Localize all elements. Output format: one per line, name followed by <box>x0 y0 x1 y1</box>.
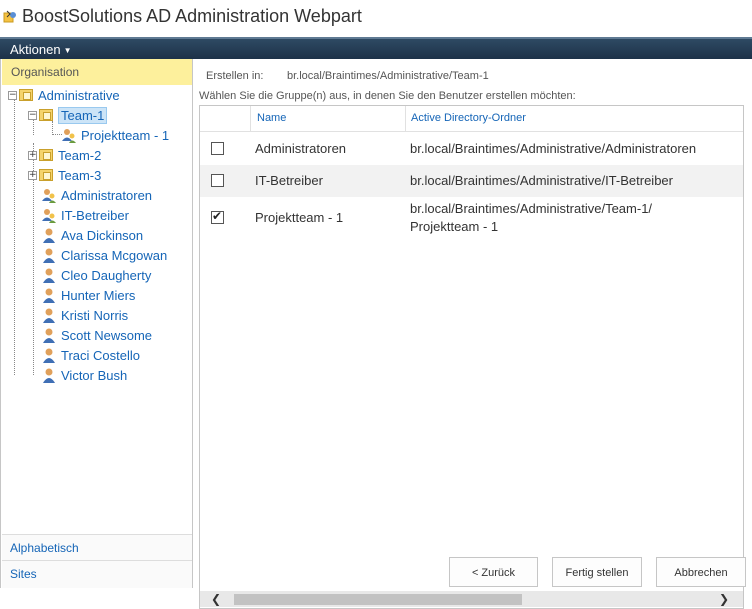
tree-item-label[interactable]: Clarissa Mcgowan <box>61 248 167 263</box>
user-icon <box>43 348 55 363</box>
group-name: IT-Betreiber <box>255 173 323 188</box>
tree-item-team-3[interactable]: + Team-3 <box>28 165 101 185</box>
tree-item-user[interactable]: Kristi Norris <box>41 305 128 325</box>
folder-path-line: br.local/Braintimes/Administrative/IT-Be… <box>410 173 673 188</box>
group-name: Administratoren <box>255 141 347 156</box>
instruction-text: Wählen Sie die Gruppe(n) aus, in denen S… <box>199 90 576 102</box>
app-logo-icon <box>3 10 16 23</box>
user-icon <box>43 248 55 263</box>
row-checkbox[interactable] <box>211 142 224 155</box>
tree-item-label[interactable]: Scott Newsome <box>61 328 152 343</box>
user-icon <box>43 288 55 303</box>
column-divider <box>250 106 251 132</box>
tree-item-projektteam-1[interactable]: Projektteam - 1 <box>61 125 169 145</box>
group-folder: br.local/Braintimes/Administrative/Team-… <box>410 200 730 236</box>
folder-icon <box>39 169 53 181</box>
scroll-left-icon[interactable]: ❮ <box>208 591 224 607</box>
tree-item-administratoren[interactable]: Administratoren <box>41 185 152 205</box>
tree-item-label[interactable]: Ava Dickinson <box>61 228 143 243</box>
tree-item-label[interactable]: Team-3 <box>58 168 101 183</box>
group-name: Projektteam - 1 <box>255 210 344 225</box>
group-folder: br.local/Braintimes/Administrative/IT-Be… <box>410 172 730 190</box>
create-in-label: Erstellen in: <box>206 70 264 82</box>
right-pane: Erstellen in: br.local/Braintimes/Admini… <box>193 59 752 609</box>
group-icon <box>62 129 76 143</box>
expand-icon[interactable]: + <box>28 170 37 180</box>
tree-item-label[interactable]: Administratoren <box>61 188 152 203</box>
create-in-path: br.local/Braintimes/Administrative/Team-… <box>287 70 489 82</box>
tree-item-label[interactable]: Administrative <box>38 88 120 103</box>
user-icon <box>43 228 55 243</box>
tree-item-user[interactable]: Ava Dickinson <box>41 225 143 245</box>
scroll-right-icon[interactable]: ❯ <box>716 591 732 607</box>
tree-item-label[interactable]: Projektteam - 1 <box>81 128 169 143</box>
tree-item-label[interactable]: Victor Bush <box>61 368 127 383</box>
cancel-button[interactable]: Abbrechen <box>656 557 746 587</box>
column-divider <box>405 106 406 132</box>
actions-menu-label: Aktionen <box>10 42 61 57</box>
tree-item-user[interactable]: Hunter Miers <box>41 285 135 305</box>
column-header-name[interactable]: Name <box>257 112 286 124</box>
group-icon <box>42 209 56 223</box>
folder-path-line: br.local/Braintimes/Administrative/Team-… <box>410 201 653 216</box>
folder-icon <box>39 149 53 161</box>
organisation-header[interactable]: Organisation <box>2 59 192 85</box>
tree-item-label[interactable]: Team-1 <box>58 106 108 124</box>
collapse-icon[interactable]: − <box>8 90 17 100</box>
tree-item-label[interactable]: Hunter Miers <box>61 288 135 303</box>
window-titlebar: BoostSolutions AD Administration Webpart <box>0 0 752 36</box>
column-header-folder[interactable]: Active Directory-Ordner <box>411 112 526 124</box>
tree-item-team-2[interactable]: + Team-2 <box>28 145 101 165</box>
tree-item-label[interactable]: Traci Costello <box>61 348 140 363</box>
finish-button[interactable]: Fertig stellen <box>552 557 642 587</box>
table-row[interactable]: Projektteam - 1 br.local/Braintimes/Admi… <box>200 197 743 239</box>
user-icon <box>43 308 55 323</box>
user-icon <box>43 268 55 283</box>
table-row[interactable]: Administratoren br.local/Braintimes/Admi… <box>200 133 743 165</box>
tree-item-user[interactable]: Traci Costello <box>41 345 140 365</box>
horizontal-scrollbar[interactable]: ❮ ❯ <box>200 591 743 607</box>
tree-item-label[interactable]: IT-Betreiber <box>61 208 129 223</box>
tree-item-team-1[interactable]: − Team-1 <box>28 105 108 125</box>
folder-path-line: Projektteam - 1 <box>410 219 499 234</box>
table-row[interactable]: IT-Betreiber br.local/Braintimes/Adminis… <box>200 165 743 197</box>
left-pane: Organisation − Administrative − Team-1 P… <box>0 59 193 588</box>
tree-item-user[interactable]: Victor Bush <box>41 365 127 385</box>
folder-icon <box>19 89 33 101</box>
tree-connector <box>14 99 15 375</box>
tree-item-administrative[interactable]: − Administrative <box>8 85 120 105</box>
tree-item-user[interactable]: Cleo Daugherty <box>41 265 151 285</box>
row-checkbox[interactable] <box>211 209 224 224</box>
group-grid: Name Active Directory-Ordner Administrat… <box>199 105 744 609</box>
alphabetical-nav[interactable]: Alphabetisch <box>2 534 192 560</box>
folder-icon <box>39 109 53 121</box>
tree-item-label[interactable]: Kristi Norris <box>61 308 128 323</box>
tree-item-label[interactable]: Team-2 <box>58 148 101 163</box>
collapse-icon[interactable]: − <box>28 110 37 120</box>
group-folder: br.local/Braintimes/Administrative/Admin… <box>410 140 730 158</box>
sites-nav[interactable]: Sites <box>2 560 192 588</box>
expand-icon[interactable]: + <box>28 150 37 160</box>
user-icon <box>43 368 55 383</box>
window-title: BoostSolutions AD Administration Webpart <box>22 6 362 26</box>
back-button[interactable]: < Zurück <box>449 557 538 587</box>
scrollbar-thumb[interactable] <box>234 594 522 605</box>
group-icon <box>42 189 56 203</box>
tree-item-label[interactable]: Cleo Daugherty <box>61 268 151 283</box>
menu-bar: Aktionen ▼ <box>0 37 752 59</box>
actions-menu[interactable]: Aktionen ▼ <box>10 42 72 57</box>
folder-path-line: br.local/Braintimes/Administrative/Admin… <box>410 141 697 156</box>
row-checkbox[interactable] <box>211 174 224 187</box>
tree-item-user[interactable]: Clarissa Mcgowan <box>41 245 167 265</box>
grid-header: Name Active Directory-Ordner <box>200 106 743 132</box>
tree-item-user[interactable]: Scott Newsome <box>41 325 152 345</box>
caret-down-icon: ▼ <box>63 46 72 56</box>
create-in-row: Erstellen in: br.local/Braintimes/Admini… <box>206 70 489 82</box>
tree-item-it-betreiber[interactable]: IT-Betreiber <box>41 205 129 225</box>
user-icon <box>43 328 55 343</box>
